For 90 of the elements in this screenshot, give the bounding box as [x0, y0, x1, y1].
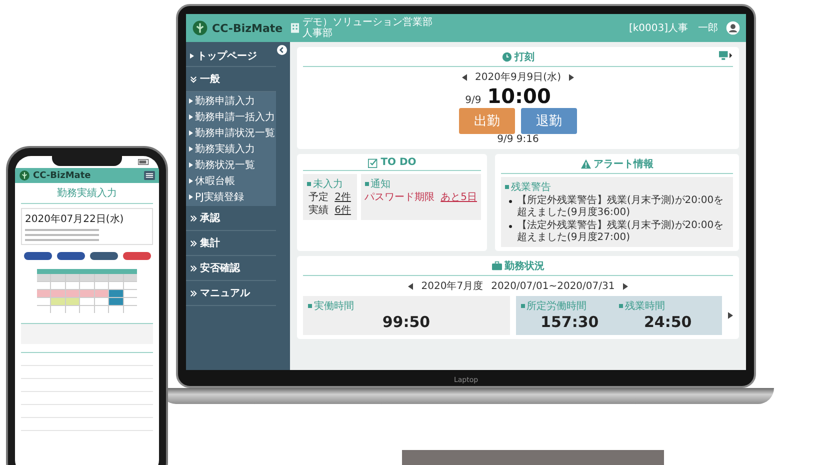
previous-icon[interactable]: [408, 282, 414, 290]
nav-section[interactable]: マニュアル: [186, 281, 276, 306]
caret-icon: [189, 162, 193, 168]
last-punch-time: 9/9 9:16: [497, 134, 539, 145]
checkbox-icon: [368, 158, 378, 168]
bullet-icon: [509, 225, 512, 228]
hours-label: 実働時間: [314, 300, 354, 313]
next-icon[interactable]: [728, 312, 733, 319]
nav-section[interactable]: 安否確認: [186, 256, 276, 281]
caret-icon: [189, 178, 193, 184]
alert-message: 【法定外残業警告】残業(月末予測)が20:00を超えました(9月度27:00): [517, 220, 725, 244]
panel-label: 残業警告: [511, 180, 551, 194]
logo-icon: [19, 170, 30, 181]
punch-day: 9/9: [465, 95, 482, 106]
nav-link[interactable]: 勤務実績入力: [186, 141, 276, 157]
card-title: 勤務状況: [504, 260, 544, 273]
caret-icon: [189, 130, 193, 136]
next-icon[interactable]: [622, 282, 628, 290]
nav-link[interactable]: 勤務申請一括入力: [186, 109, 276, 125]
user-avatar-icon[interactable]: [726, 21, 740, 35]
nav-link[interactable]: 勤務状況一覧: [186, 157, 276, 173]
previous-icon[interactable]: [462, 74, 467, 80]
nav-link[interactable]: PJ実績登録: [186, 189, 276, 205]
action-pill[interactable]: [90, 252, 118, 260]
panel-label: 通知: [370, 178, 391, 191]
chevron-right-icon: [190, 290, 197, 296]
nav-link[interactable]: 勤務申請入力: [186, 93, 276, 109]
bullet-icon: [509, 200, 512, 203]
count-link[interactable]: 6件: [334, 204, 351, 217]
notice-link[interactable]: あと5日: [440, 191, 477, 204]
card-title: アラート情報: [594, 158, 654, 171]
alert-message: 【所定外残業警告】残業(月末予測)が20:00を超えました(9月度36:00): [517, 195, 725, 219]
notice-text: パスワード期限: [364, 191, 435, 204]
nav-link[interactable]: 休暇台帳: [186, 173, 276, 189]
panel-label: 未入力: [313, 178, 343, 191]
hours-value: 24:50: [644, 313, 692, 331]
action-pill[interactable]: [56, 252, 84, 260]
bullet-icon: [520, 304, 524, 308]
building-icon: [290, 23, 299, 33]
collapse-icon[interactable]: [277, 45, 287, 55]
app-logo: CC-BizMate: [212, 22, 283, 34]
battery-icon: [138, 159, 149, 165]
caret-icon: [189, 114, 193, 120]
bullet-icon: [618, 304, 623, 308]
period-range: 2020/07/01~2020/07/31: [491, 280, 615, 292]
caret-icon: [189, 194, 193, 200]
menu-icon[interactable]: [144, 171, 155, 180]
user-name: [k0003]人事 一郎: [628, 22, 718, 35]
current-time: 10:00: [487, 84, 551, 108]
bullet-icon: [505, 185, 509, 189]
chevron-right-icon: [190, 214, 197, 222]
punch-date: 2020年9月9日(水): [475, 70, 561, 84]
caret-icon: [190, 53, 194, 59]
hours-label: 残業時間: [624, 300, 665, 313]
briefcase-icon: [492, 261, 502, 271]
app-logo: CC-BizMate: [33, 170, 91, 180]
hours-value: 157:30: [540, 313, 599, 331]
next-icon[interactable]: [568, 74, 574, 80]
monitor-icon[interactable]: [719, 51, 733, 60]
bullet-icon: [307, 182, 311, 186]
row-label: 予定: [308, 191, 329, 204]
logo-icon: [192, 20, 208, 36]
chevron-right-icon: [190, 264, 197, 272]
page-title: 勤務実績入力: [57, 188, 117, 199]
chevron-down-icon: [190, 76, 197, 82]
caret-icon: [189, 98, 193, 104]
card-title: 打刻: [514, 50, 534, 64]
chevron-right-icon: [190, 240, 197, 246]
caret-icon: [189, 146, 193, 152]
nav-link[interactable]: トップページ: [186, 46, 276, 67]
clock-icon: [502, 52, 512, 62]
card-title: TO DO: [380, 157, 416, 168]
hours-value: 99:50: [382, 313, 430, 331]
count-link[interactable]: 2件: [334, 191, 351, 204]
row-label: 実績: [308, 204, 329, 217]
action-pill[interactable]: [122, 252, 150, 260]
nav-section[interactable]: 集計: [186, 231, 276, 256]
nav-link[interactable]: 勤務申請状況一覧: [186, 125, 276, 141]
hours-label: 所定労働時間: [526, 300, 586, 313]
bullet-icon: [308, 304, 312, 308]
nav-section[interactable]: 承認: [186, 206, 276, 231]
work-date: 2020年07月22日(水): [25, 212, 125, 226]
department-name: 人事部: [302, 28, 334, 39]
warning-icon: [580, 159, 590, 169]
period-month: 2020年7月度: [421, 280, 484, 293]
punch-button[interactable]: 退勤: [521, 108, 577, 134]
action-pill[interactable]: [24, 252, 52, 260]
org-name: デモ）ソリューション営業部: [302, 17, 433, 28]
phone-notch: [52, 154, 122, 166]
bullet-icon: [364, 182, 369, 186]
